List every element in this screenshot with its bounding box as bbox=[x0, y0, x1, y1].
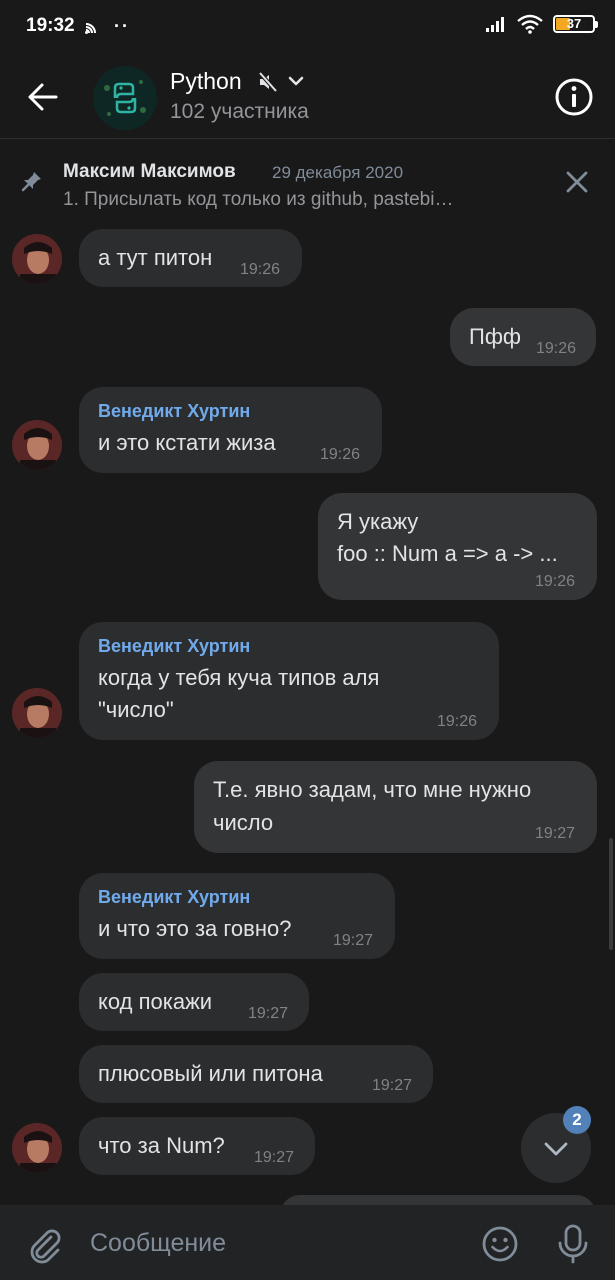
more-notifications-icon: ·· bbox=[114, 16, 130, 36]
message-time: 19:27 bbox=[333, 932, 374, 949]
message-bubble-outgoing[interactable]: Я укажу foo :: Num a => a -> ... 19:26 bbox=[318, 493, 597, 600]
emoji-icon[interactable] bbox=[480, 1224, 520, 1264]
message-text: код покажи bbox=[98, 989, 213, 1014]
pinned-date: 29 декабря 2020 bbox=[272, 163, 404, 182]
message-text: что за Num? bbox=[98, 1133, 225, 1158]
message-bubble[interactable]: код покажи 19:27 bbox=[79, 973, 309, 1031]
avatar[interactable] bbox=[12, 688, 62, 738]
pinned-text: 1. Присылать код только из github, paste… bbox=[63, 189, 454, 210]
microphone-icon[interactable] bbox=[553, 1222, 593, 1266]
message-bubble[interactable]: плюсовый или питона 19:27 bbox=[79, 1045, 433, 1103]
cast-icon bbox=[85, 22, 96, 34]
pinned-author: Максим Максимов bbox=[63, 161, 236, 182]
status-bar: 19:32 ·· 37 bbox=[0, 0, 615, 56]
back-button[interactable] bbox=[22, 76, 64, 118]
pin-icon bbox=[21, 172, 41, 192]
signal-icon bbox=[486, 17, 504, 32]
avatar[interactable] bbox=[12, 1123, 62, 1173]
info-icon bbox=[555, 78, 593, 116]
message-time: 19:27 bbox=[248, 1005, 289, 1022]
battery-level: 37 bbox=[566, 16, 582, 31]
message-text-line: "число" bbox=[98, 697, 174, 722]
message-bubble[interactable]: а тут питон 19:26 bbox=[79, 229, 302, 287]
message-bubble-outgoing[interactable]: Пфф 19:26 bbox=[450, 308, 596, 366]
chat-avatar[interactable] bbox=[93, 66, 157, 130]
back-arrow-icon bbox=[28, 83, 58, 111]
message-text: Пфф bbox=[469, 324, 522, 349]
close-icon[interactable] bbox=[562, 167, 592, 197]
info-button[interactable] bbox=[553, 76, 595, 118]
scrollbar[interactable] bbox=[609, 838, 613, 950]
battery-icon: 37 bbox=[553, 15, 598, 33]
message-input[interactable]: Сообщение bbox=[90, 1223, 460, 1263]
message-time: 19:26 bbox=[320, 446, 361, 463]
avatar[interactable] bbox=[12, 420, 62, 470]
message-composer: Сообщение bbox=[0, 1205, 615, 1280]
unread-count-badge: 2 bbox=[563, 1106, 591, 1134]
message-text-line: число bbox=[213, 810, 274, 835]
status-time: 19:32 bbox=[26, 15, 75, 36]
message-time: 19:26 bbox=[240, 261, 281, 278]
message-time: 19:27 bbox=[535, 825, 576, 842]
message-text: и что это за говно? bbox=[98, 916, 292, 941]
chat-header: Python 102 участника bbox=[0, 56, 615, 139]
message-author[interactable]: Венедикт Хуртин bbox=[98, 636, 250, 657]
chat-members-count: 102 участника bbox=[170, 100, 309, 123]
message-time: 19:26 bbox=[535, 573, 576, 590]
message-bubble[interactable]: Венедикт Хуртин когда у тебя куча типов … bbox=[79, 622, 499, 740]
message-text-line: Т.е. явно задам, что мне нужно bbox=[213, 777, 532, 802]
chevron-down-icon[interactable] bbox=[287, 74, 305, 88]
message-text-line: foo :: Num a => a -> ... bbox=[337, 541, 558, 566]
message-text-line: Я укажу bbox=[337, 509, 419, 534]
attach-icon[interactable] bbox=[24, 1225, 64, 1265]
message-time: 19:27 bbox=[372, 1077, 413, 1094]
wifi-icon bbox=[517, 14, 543, 34]
message-time: 19:27 bbox=[254, 1149, 295, 1166]
message-time: 19:26 bbox=[536, 340, 577, 357]
message-text: а тут питон bbox=[98, 245, 213, 270]
message-text: плюсовый или питона bbox=[98, 1061, 323, 1086]
message-time: 19:26 bbox=[437, 713, 478, 730]
message-bubble[interactable]: Венедикт Хуртин и это кстати жиза 19:26 bbox=[79, 387, 382, 473]
message-bubble[interactable]: что за Num? 19:27 bbox=[79, 1117, 315, 1175]
muted-icon bbox=[258, 71, 278, 93]
avatar[interactable] bbox=[12, 234, 62, 284]
python-logo-icon bbox=[93, 66, 157, 130]
message-bubble[interactable]: Венедикт Хуртин и что это за говно? 19:2… bbox=[79, 873, 395, 959]
message-text-line: когда у тебя куча типов аля bbox=[98, 665, 380, 690]
message-author[interactable]: Венедикт Хуртин bbox=[98, 401, 250, 422]
message-bubble-outgoing[interactable]: Т.е. явно задам, что мне нужно число 19:… bbox=[194, 761, 597, 853]
message-text: и это кстати жиза bbox=[98, 430, 276, 455]
message-author[interactable]: Венедикт Хуртин bbox=[98, 887, 250, 908]
chat-title[interactable]: Python bbox=[170, 68, 242, 95]
pinned-message[interactable]: Максим Максимов 29 декабря 2020 1. Присы… bbox=[0, 139, 615, 221]
